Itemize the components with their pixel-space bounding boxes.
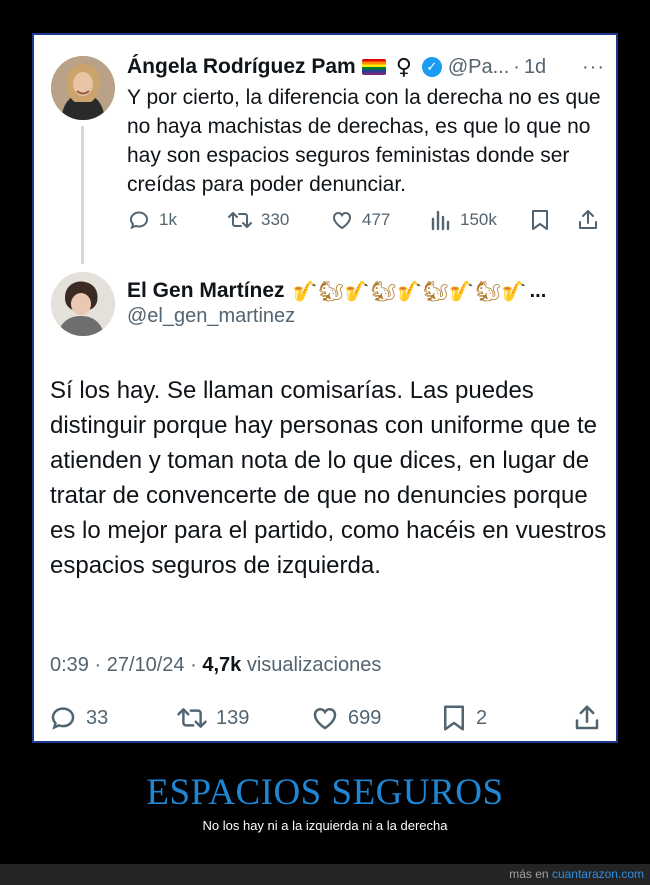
caption-title: ESPACIOS SEGUROS (146, 772, 504, 813)
author-name[interactable]: Ángela Rodríguez Pam (127, 55, 356, 79)
tweet-timestamp[interactable]: 0:39 · 27/10/24 · (50, 654, 202, 676)
main-tweet-actions: 33 139 699 2 (48, 700, 604, 734)
views-button[interactable]: 150k (430, 209, 497, 231)
tweet-metadata: 0:39 · 27/10/24 · 4,7k visualizaciones (50, 654, 381, 677)
verified-badge-icon[interactable]: ✓ (421, 57, 442, 77)
like-count: 699 (348, 706, 382, 729)
caption-subtitle: No los hay ni a la izquierda ni a la der… (202, 818, 448, 833)
name-ellipsis: ... (529, 279, 547, 302)
reply-button[interactable]: 33 (48, 703, 108, 733)
venus-symbol-emoji: ♀ (395, 54, 412, 80)
parent-tweet-actions: 1k 330 477 150k (127, 205, 605, 235)
rainbow-flag-emoji (361, 59, 386, 75)
tweet-card: Ángela Rodríguez Pam ♀ ✓ @Pa... · 1d ···… (32, 33, 618, 743)
separator-dot: · (513, 55, 520, 78)
share-button[interactable] (576, 208, 600, 232)
avatar-el-gen-martinez[interactable] (51, 272, 115, 336)
views-count: 150k (460, 210, 497, 229)
retweet-icon (177, 708, 207, 728)
author-name[interactable]: El Gen Martínez (127, 279, 285, 303)
footer-credit: más en cuantarazon.com (509, 867, 644, 881)
like-button[interactable]: 699 (310, 703, 381, 733)
views-label: visualizaciones (241, 654, 382, 676)
retweet-count: 139 (216, 706, 250, 729)
bookmark-button[interactable]: 2 (440, 703, 487, 733)
share-button[interactable] (572, 703, 602, 733)
reply-count: 33 (86, 706, 109, 729)
reply-icon (129, 211, 149, 230)
share-icon (579, 210, 597, 229)
parent-tweet-text: Y por cierto, la diferencia con la derec… (127, 86, 601, 196)
parent-tweet-header: Ángela Rodríguez Pam ♀ ✓ @Pa... · 1d ··· (127, 52, 605, 82)
retweet-icon (228, 212, 252, 228)
reply-count: 1k (159, 210, 177, 229)
main-tweet-header: El Gen Martínez 🎷🐿🎷🐿🎷🐿🎷🐿🎷 ... (127, 276, 607, 306)
views-chart-icon (431, 210, 450, 231)
retweet-count: 330 (261, 210, 290, 229)
heart-icon (332, 211, 352, 230)
share-icon (575, 705, 599, 730)
site-footer: más en cuantarazon.com (0, 864, 650, 885)
thread-connector-line (81, 126, 84, 264)
main-tweet-text: Sí los hay. Se llaman comisarías. Las pu… (50, 377, 607, 579)
site-link[interactable]: cuantarazon.com (552, 867, 644, 881)
retweet-button[interactable]: 330 (227, 208, 289, 232)
more-options-icon[interactable]: ··· (582, 56, 605, 79)
tweet-time[interactable]: 1d (524, 56, 546, 79)
bookmark-count: 2 (476, 706, 488, 729)
reply-icon (51, 707, 75, 730)
bookmark-button[interactable] (529, 208, 551, 232)
heart-icon (313, 707, 337, 730)
views-count: 4,7k (202, 654, 242, 676)
saxophone-squirrel-emojis: 🎷🐿🎷🐿🎷🐿🎷🐿🎷 (292, 279, 528, 303)
like-button[interactable]: 477 (330, 208, 390, 232)
like-count: 477 (362, 210, 391, 229)
bookmark-icon (532, 210, 548, 230)
author-handle[interactable]: @Pa... (448, 56, 509, 79)
retweet-button[interactable]: 139 (176, 703, 249, 733)
avatar-angela[interactable] (51, 56, 115, 120)
footer-prefix: más en (509, 867, 552, 881)
reply-button[interactable]: 1k (127, 208, 177, 232)
bookmark-icon (444, 705, 464, 731)
author-handle[interactable]: @el_gen_martinez (127, 305, 295, 328)
